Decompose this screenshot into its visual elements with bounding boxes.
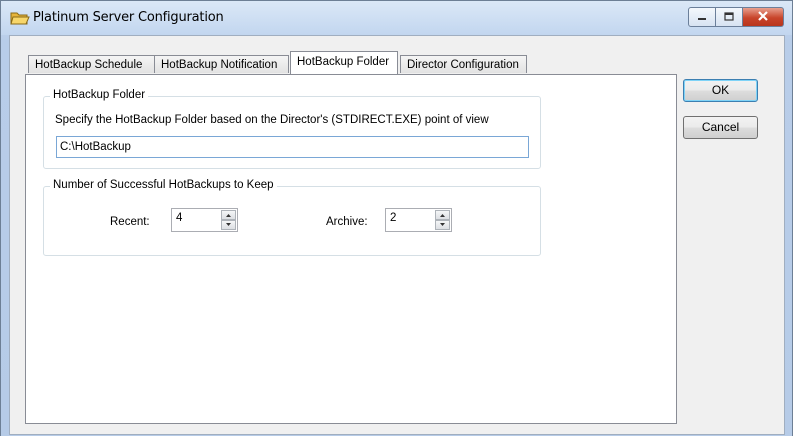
archive-stepper[interactable]: 2 xyxy=(385,208,452,232)
tab-director-configuration[interactable]: Director Configuration xyxy=(400,55,527,73)
folder-description: Specify the HotBackup Folder based on th… xyxy=(55,114,489,126)
minimize-icon xyxy=(697,10,707,24)
tab-panel: HotBackup Folder Specify the HotBackup F… xyxy=(25,74,677,424)
recent-down-button[interactable] xyxy=(221,220,236,230)
title-bar[interactable]: Platinum Server Configuration xyxy=(1,1,792,35)
archive-down-button[interactable] xyxy=(435,220,450,230)
dialog-client-area: HotBackup Schedule HotBackup Notificatio… xyxy=(9,35,785,435)
recent-up-button[interactable] xyxy=(221,210,236,220)
recent-label: Recent: xyxy=(110,216,150,228)
hotbackup-folder-input[interactable]: C:\HotBackup xyxy=(56,136,529,158)
tab-hotbackup-folder[interactable]: HotBackup Folder xyxy=(290,51,398,74)
maximize-icon xyxy=(724,10,734,24)
tab-hotbackup-notification[interactable]: HotBackup Notification xyxy=(154,55,289,73)
archive-up-button[interactable] xyxy=(435,210,450,220)
recent-stepper[interactable]: 4 xyxy=(171,208,238,232)
archive-value[interactable]: 2 xyxy=(390,212,396,224)
close-button[interactable] xyxy=(743,7,784,27)
group-label: HotBackup Folder xyxy=(50,89,149,101)
ok-button[interactable]: OK xyxy=(683,79,758,102)
backups-to-keep-group: Number of Successful HotBackups to Keep … xyxy=(43,179,541,256)
group-label: Number of Successful HotBackups to Keep xyxy=(50,179,277,191)
recent-spin-arrows xyxy=(221,210,236,230)
cancel-button[interactable]: Cancel xyxy=(683,116,758,139)
archive-label: Archive: xyxy=(326,216,368,228)
close-icon xyxy=(757,10,769,24)
archive-spin-arrows xyxy=(435,210,450,230)
maximize-button[interactable] xyxy=(716,7,743,27)
window-title: Platinum Server Configuration xyxy=(33,10,224,25)
tab-hotbackup-schedule[interactable]: HotBackup Schedule xyxy=(28,55,155,73)
dialog-window: Platinum Server Configuration HotBackup … xyxy=(0,0,793,436)
hotbackup-folder-group: HotBackup Folder Specify the HotBackup F… xyxy=(43,89,541,169)
folder-icon xyxy=(10,9,30,27)
window-controls xyxy=(688,7,784,27)
recent-value[interactable]: 4 xyxy=(176,212,182,224)
minimize-button[interactable] xyxy=(688,7,716,27)
